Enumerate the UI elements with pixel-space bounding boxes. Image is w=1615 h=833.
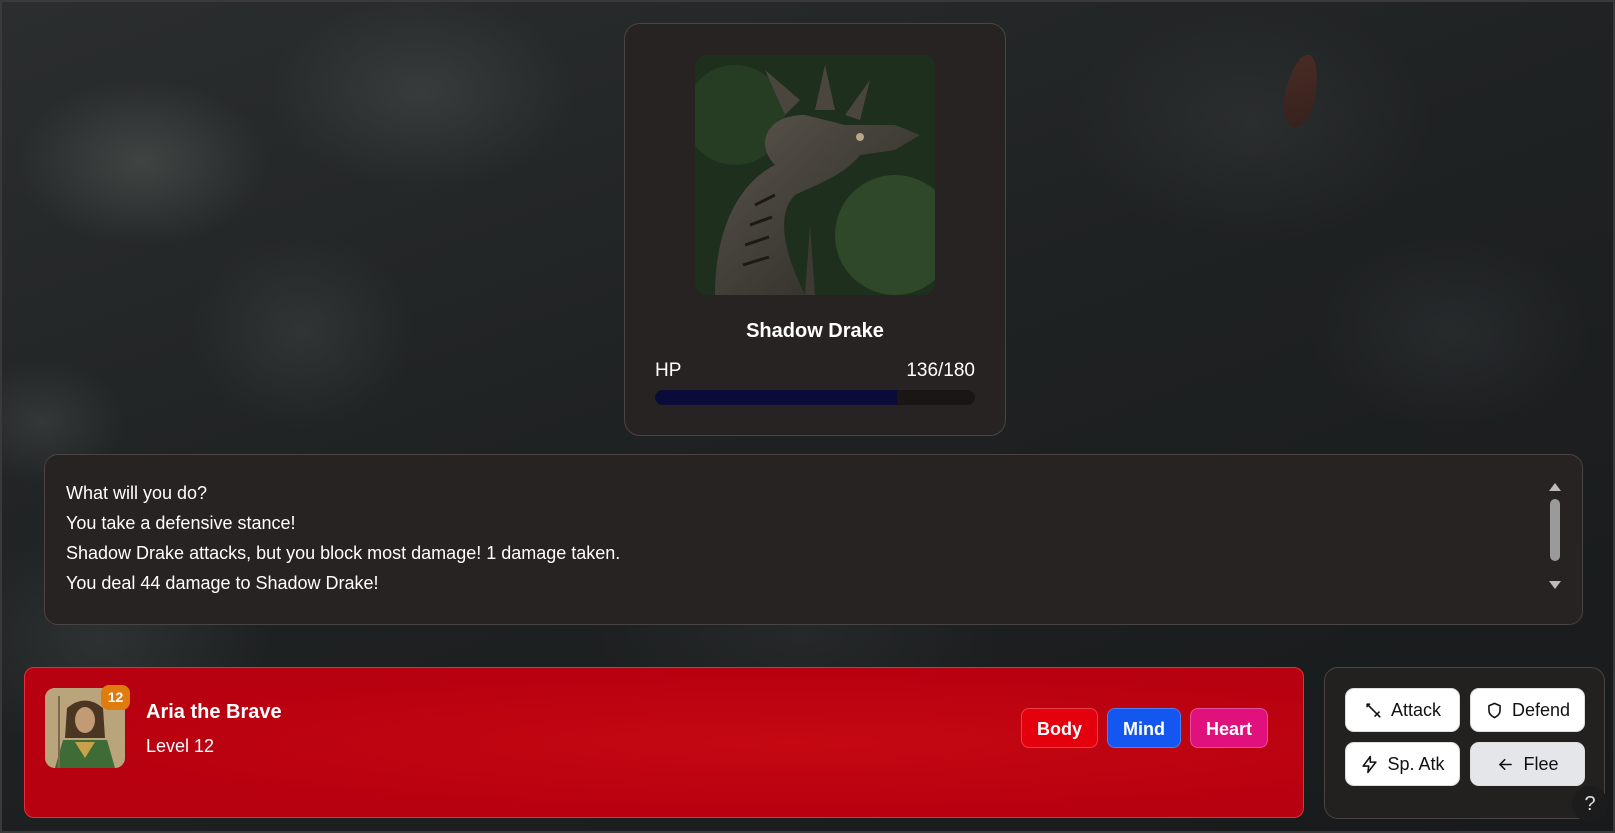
dragon-statue-image — [695, 55, 935, 295]
enemy-card: Shadow Drake HP 136/180 — [624, 23, 1006, 436]
log-scrollbar-thumb[interactable] — [1550, 499, 1560, 561]
battle-scene: Shadow Drake HP 136/180 What will you do… — [0, 0, 1615, 833]
special-attack-label: Sp. Atk — [1387, 753, 1445, 774]
battle-log: What will you do? You take a defensive s… — [44, 454, 1583, 625]
stat-pill-heart[interactable]: Heart — [1190, 708, 1269, 748]
actions-panel: Attack Defend Sp. Atk Flee — [1324, 667, 1605, 819]
enemy-name: Shadow Drake — [746, 320, 884, 342]
scroll-down-arrow-icon[interactable] — [1549, 581, 1561, 589]
log-line: What will you do? — [66, 483, 208, 503]
arrow-left-icon — [1499, 758, 1513, 770]
stat-pill-body[interactable]: Body — [1021, 708, 1098, 748]
player-name: Aria the Brave — [146, 701, 282, 723]
help-button[interactable]: ? — [1572, 786, 1608, 822]
attack-button[interactable]: Attack — [1345, 688, 1460, 732]
log-line: You deal 44 damage to Shadow Drake! — [66, 573, 379, 593]
enemy-hp-row: HP 136/180 — [655, 360, 975, 382]
shield-icon — [1488, 702, 1501, 718]
hp-bar — [655, 390, 975, 405]
special-attack-button[interactable]: Sp. Atk — [1345, 742, 1460, 786]
player-panel: 12 Aria the Brave Level 12 Body Mind Hea… — [24, 667, 1304, 818]
log-line: You take a defensive stance! — [66, 513, 296, 533]
battle-log-lines: What will you do? You take a defensive s… — [66, 478, 620, 598]
lightning-icon — [1362, 755, 1378, 773]
level-badge: 12 — [101, 685, 130, 710]
flee-button[interactable]: Flee — [1470, 742, 1585, 786]
hp-bar-fill — [655, 390, 897, 405]
defend-button[interactable]: Defend — [1470, 688, 1585, 732]
background-leaf — [1278, 51, 1324, 131]
sword-icon — [1366, 702, 1381, 718]
flee-label: Flee — [1523, 753, 1559, 774]
stat-pill-mind[interactable]: Mind — [1107, 708, 1181, 748]
stat-pills: Body Mind Heart — [1021, 708, 1269, 748]
defend-label: Defend — [1511, 699, 1571, 720]
enemy-portrait — [695, 55, 935, 295]
scroll-up-arrow-icon[interactable] — [1549, 483, 1561, 491]
log-line: Shadow Drake attacks, but you block most… — [66, 543, 621, 563]
hp-value: 136/180 — [906, 360, 975, 381]
player-level: Level 12 — [146, 736, 215, 756]
hp-label: HP — [655, 360, 682, 381]
attack-label: Attack — [1390, 699, 1442, 720]
